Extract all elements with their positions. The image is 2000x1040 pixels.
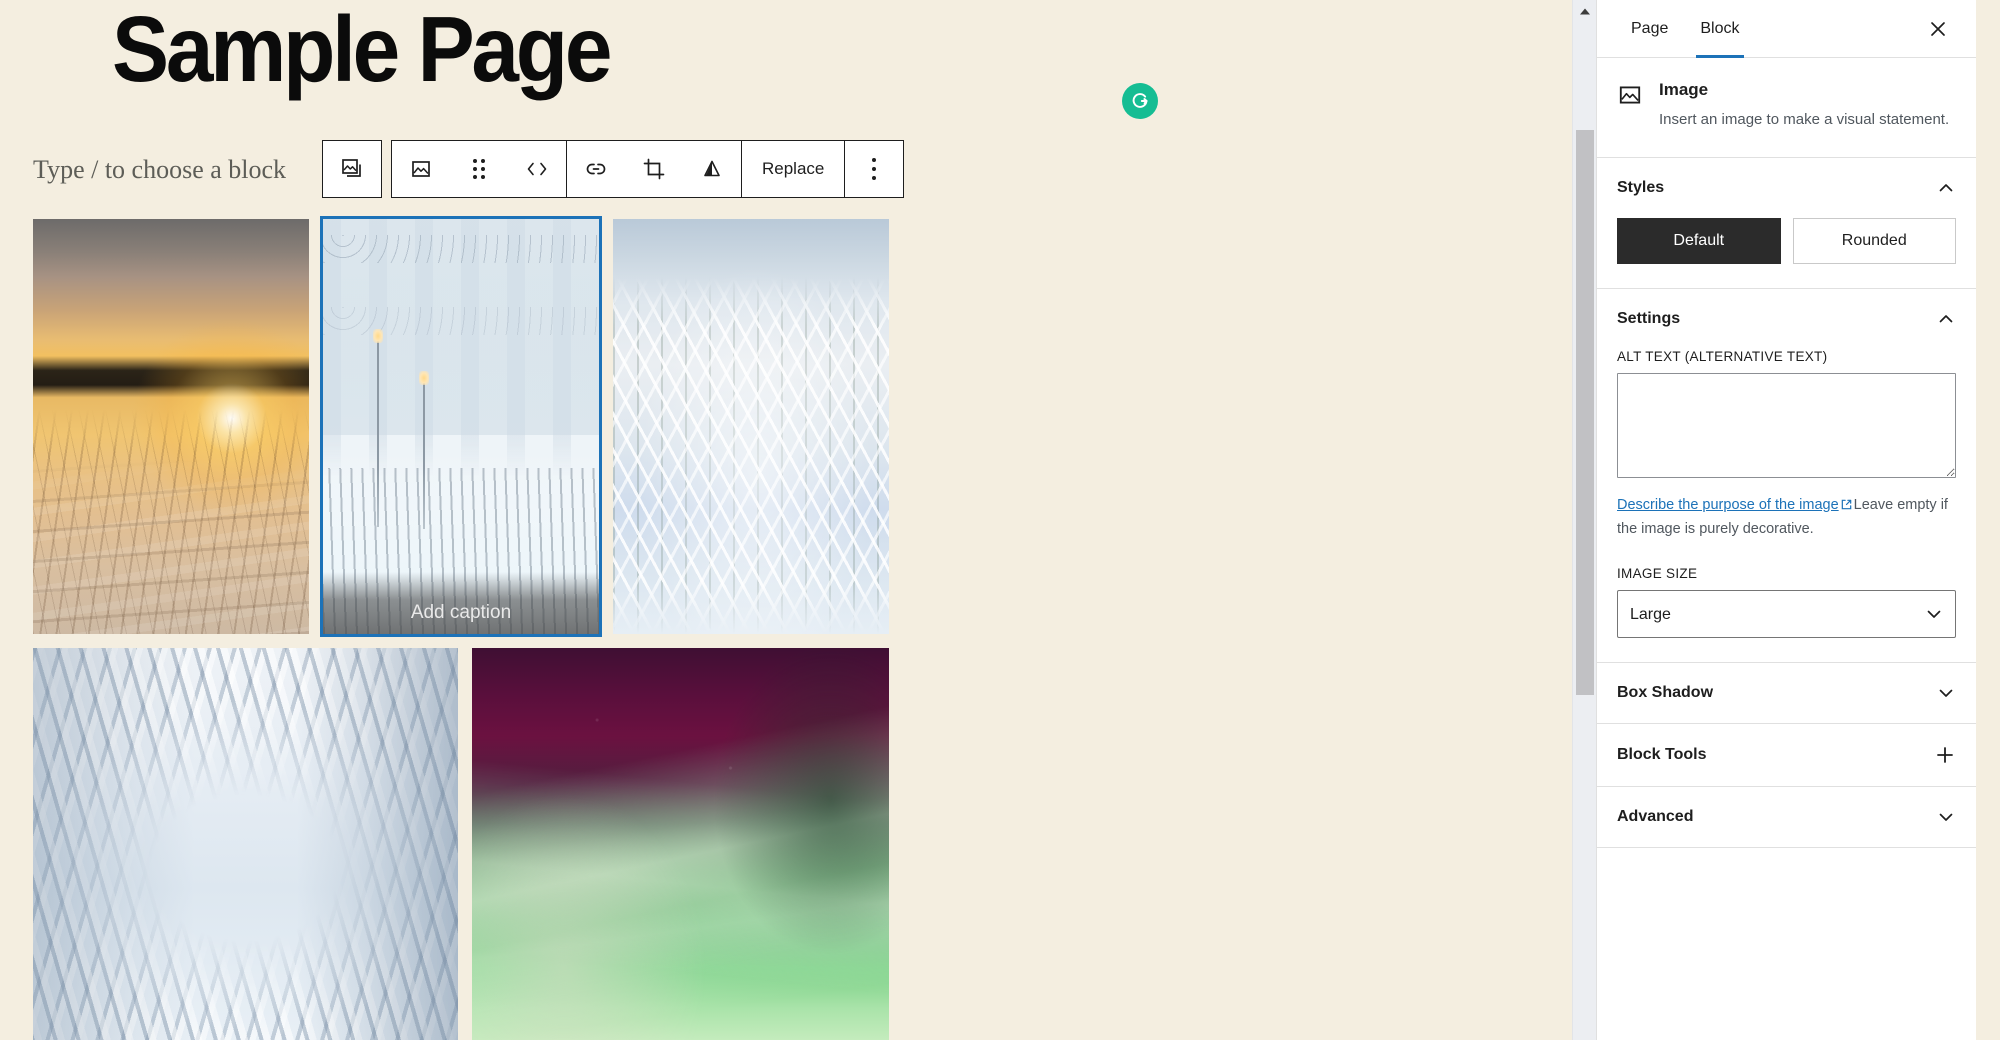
- external-link-icon: [1840, 497, 1853, 519]
- image-icon: [1617, 82, 1643, 131]
- gallery-image-aurora-borealis[interactable]: [471, 648, 889, 1040]
- scrollbar-thumb[interactable]: [1576, 130, 1594, 695]
- replace-button[interactable]: Replace: [742, 141, 844, 197]
- image-aurora-borealis: [471, 648, 889, 1040]
- move-arrows-icon[interactable]: [508, 141, 566, 197]
- plus-icon: [1934, 744, 1956, 766]
- gallery-row: Add caption: [33, 216, 889, 637]
- block-settings-sidebar: Page Block Image Insert an image to make…: [1596, 0, 1976, 1040]
- duotone-filter-icon[interactable]: [683, 141, 741, 197]
- box-shadow-panel: Box Shadow: [1597, 663, 1976, 725]
- block-placeholder-text[interactable]: Type / to choose a block: [33, 155, 286, 185]
- tab-block[interactable]: Block: [1684, 0, 1755, 58]
- editor-canvas: Sample Page Type / to choose a block Rep…: [0, 0, 1596, 1040]
- block-tools-panel: Block Tools: [1597, 724, 1976, 788]
- drag-handle-icon[interactable]: [450, 141, 508, 197]
- alt-text-label: ALT TEXT (ALTERNATIVE TEXT): [1617, 348, 1828, 364]
- settings-panel-toggle[interactable]: Settings: [1597, 289, 1976, 349]
- image-size-control: Large: [1617, 590, 1956, 639]
- image-snowy-conifer-forest: [33, 648, 458, 1040]
- sidebar-tabs: Page Block: [1597, 0, 1976, 58]
- style-variations: Default Rounded: [1617, 217, 1956, 264]
- block-title: Image: [1659, 80, 1709, 99]
- chevron-up-icon: [1936, 309, 1956, 329]
- block-toolbar: Replace: [322, 140, 905, 198]
- image-frost-covered-tree: [613, 219, 889, 634]
- more-options-icon[interactable]: [845, 141, 903, 197]
- parent-block-group: [322, 140, 382, 198]
- block-tools-group: Replace: [391, 140, 905, 198]
- block-tools-panel-toggle[interactable]: Block Tools: [1597, 724, 1976, 786]
- settings-panel-body: ALT TEXT (ALTERNATIVE TEXT) Describe the…: [1597, 349, 1976, 663]
- caption-placeholder[interactable]: Add caption: [323, 572, 599, 634]
- gallery-image-snowy-castle-street[interactable]: Add caption: [320, 216, 602, 637]
- editor-scrollbar[interactable]: [1572, 0, 1596, 1040]
- chevron-up-icon: [1936, 178, 1956, 198]
- style-variation-rounded[interactable]: Rounded: [1792, 217, 1956, 264]
- image-size-label: IMAGE SIZE: [1617, 566, 1698, 582]
- box-shadow-panel-toggle[interactable]: Box Shadow: [1597, 663, 1976, 723]
- close-icon[interactable]: [1918, 9, 1958, 49]
- styles-panel-body: Default Rounded: [1597, 217, 1976, 288]
- chevron-down-icon: [1936, 683, 1956, 703]
- advanced-panel: Advanced: [1597, 787, 1976, 849]
- gallery-row: [33, 648, 889, 1040]
- tab-page[interactable]: Page: [1615, 0, 1684, 58]
- settings-panel: Settings ALT TEXT (ALTERNATIVE TEXT) Des…: [1597, 289, 1976, 664]
- gallery-image-frost-covered-tree[interactable]: [613, 219, 889, 634]
- box-shadow-panel-title: Box Shadow: [1617, 684, 1714, 702]
- gallery-image-winter-sunset-frozen-lake[interactable]: [33, 219, 309, 634]
- image-icon[interactable]: [392, 141, 450, 197]
- block-info: Image Insert an image to make a visual s…: [1597, 58, 1976, 158]
- grammarly-icon[interactable]: [1122, 83, 1158, 119]
- image-gallery-block: Add caption: [33, 216, 889, 1040]
- image-winter-sunset-frozen-lake: [33, 219, 309, 634]
- describe-image-link[interactable]: Describe the purpose of the image: [1617, 497, 1839, 513]
- styles-panel: Styles Default Rounded: [1597, 158, 1976, 289]
- style-variation-default[interactable]: Default: [1617, 217, 1781, 264]
- advanced-panel-title: Advanced: [1617, 808, 1694, 826]
- gallery-icon[interactable]: [323, 141, 381, 197]
- link-icon[interactable]: [567, 141, 625, 197]
- advanced-panel-toggle[interactable]: Advanced: [1597, 787, 1976, 847]
- styles-panel-title: Styles: [1617, 178, 1665, 196]
- alt-text-help: Describe the purpose of the image Leave e…: [1617, 495, 1956, 541]
- styles-panel-toggle[interactable]: Styles: [1597, 158, 1976, 218]
- gallery-image-snowy-conifer-forest[interactable]: [33, 648, 458, 1040]
- alt-text-input[interactable]: [1617, 372, 1956, 478]
- image-size-select[interactable]: Large: [1617, 590, 1956, 639]
- settings-panel-title: Settings: [1617, 309, 1681, 327]
- scroll-up-arrow-icon[interactable]: [1573, 0, 1596, 22]
- block-description: Insert an image to make a visual stateme…: [1659, 111, 1950, 128]
- crop-icon[interactable]: [625, 141, 683, 197]
- block-tools-panel-title: Block Tools: [1617, 746, 1707, 764]
- page-title[interactable]: Sample Page: [112, 0, 612, 103]
- chevron-down-icon: [1936, 807, 1956, 827]
- editor-window: Sample Page Type / to choose a block Rep…: [0, 0, 2000, 1040]
